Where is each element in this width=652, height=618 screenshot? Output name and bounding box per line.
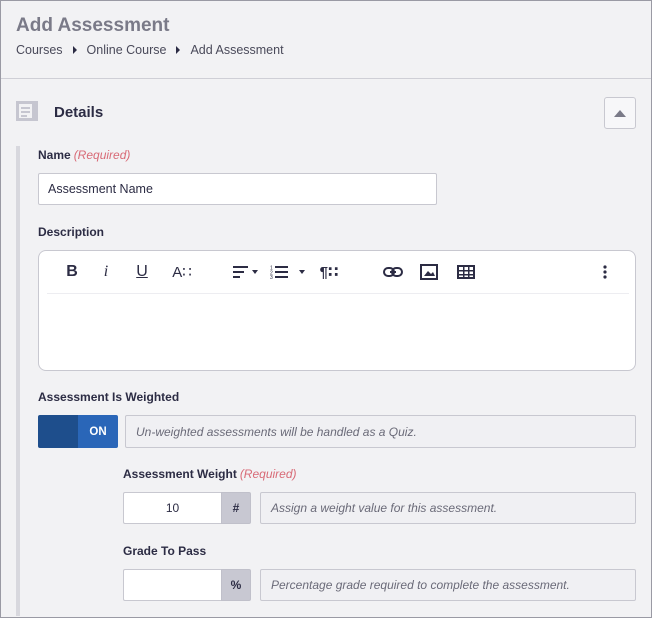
svg-text:3: 3 [270, 275, 273, 279]
image-icon [420, 264, 438, 280]
numbered-list-icon: 1 2 3 [270, 266, 288, 279]
weight-hint: Assign a weight value for this assessmen… [260, 492, 636, 524]
paragraph-format-button[interactable]: ¶∷ [317, 261, 341, 283]
editor-toolbar: B i U A∷ 1 2 3 ¶∷ [47, 251, 629, 294]
breadcrumb-item-current: Add Assessment [190, 43, 284, 57]
weight-label-text: Assessment Weight [123, 467, 237, 481]
toggle-state-label: ON [78, 415, 118, 448]
more-options-button[interactable] [599, 261, 611, 283]
breadcrumb: Courses Online Course Add Assessment [16, 43, 284, 57]
description-editor[interactable]: B i U A∷ 1 2 3 ¶∷ [38, 250, 636, 371]
chevron-down-icon [251, 270, 258, 274]
description-label: Description [38, 225, 105, 239]
italic-button[interactable]: i [99, 261, 113, 283]
grade-label: Grade To Pass [123, 544, 207, 558]
name-label-text: Name [38, 148, 71, 162]
list-options-dropdown[interactable] [297, 261, 307, 283]
details-section-header: Details [16, 97, 636, 129]
more-vertical-icon [603, 265, 607, 279]
section-indent-rule [16, 146, 20, 616]
underline-button[interactable]: U [133, 261, 151, 283]
section-title: Details [54, 104, 104, 121]
grade-addon: % [221, 569, 251, 601]
link-icon [383, 267, 403, 277]
page-frame: Add Assessment Courses Online Course Add… [0, 0, 652, 618]
grade-hint: Percentage grade required to complete th… [260, 569, 636, 601]
weight-input[interactable] [123, 492, 221, 524]
table-icon [457, 265, 475, 279]
weighted-toggle[interactable]: ON [38, 415, 118, 448]
insert-link-button[interactable] [382, 261, 404, 283]
document-icon [16, 101, 38, 121]
required-marker: (Required) [73, 148, 131, 162]
weight-input-group: # [123, 492, 251, 524]
weight-addon: # [221, 492, 251, 524]
required-marker: (Required) [239, 467, 297, 481]
page-header: Add Assessment Courses Online Course Add… [1, 1, 651, 79]
align-left-icon [232, 266, 248, 278]
breadcrumb-separator-icon [72, 46, 77, 54]
collapse-section-button[interactable] [604, 97, 636, 129]
grade-input-group: % [123, 569, 251, 601]
weight-label: Assessment Weight (Required) [123, 467, 297, 481]
chevron-up-icon [614, 109, 626, 117]
insert-image-button[interactable] [418, 261, 440, 283]
name-label: Name (Required) [38, 148, 130, 162]
insert-table-button[interactable] [455, 261, 477, 283]
align-button[interactable] [230, 261, 260, 283]
weighted-hint: Un-weighted assessments will be handled … [125, 415, 636, 448]
breadcrumb-item-online-course[interactable]: Online Course [87, 43, 167, 57]
breadcrumb-item-courses[interactable]: Courses [16, 43, 63, 57]
page-title: Add Assessment [16, 15, 170, 36]
editor-content-area[interactable] [47, 295, 629, 369]
weighted-label: Assessment Is Weighted [38, 390, 180, 404]
chevron-down-icon [299, 270, 305, 274]
font-size-button[interactable]: A∷ [171, 261, 193, 283]
bold-button[interactable]: B [63, 261, 81, 283]
grade-input[interactable] [123, 569, 221, 601]
name-input[interactable] [38, 173, 437, 205]
numbered-list-button[interactable]: 1 2 3 [269, 261, 289, 283]
breadcrumb-separator-icon [176, 46, 181, 54]
toggle-knob [38, 415, 78, 448]
